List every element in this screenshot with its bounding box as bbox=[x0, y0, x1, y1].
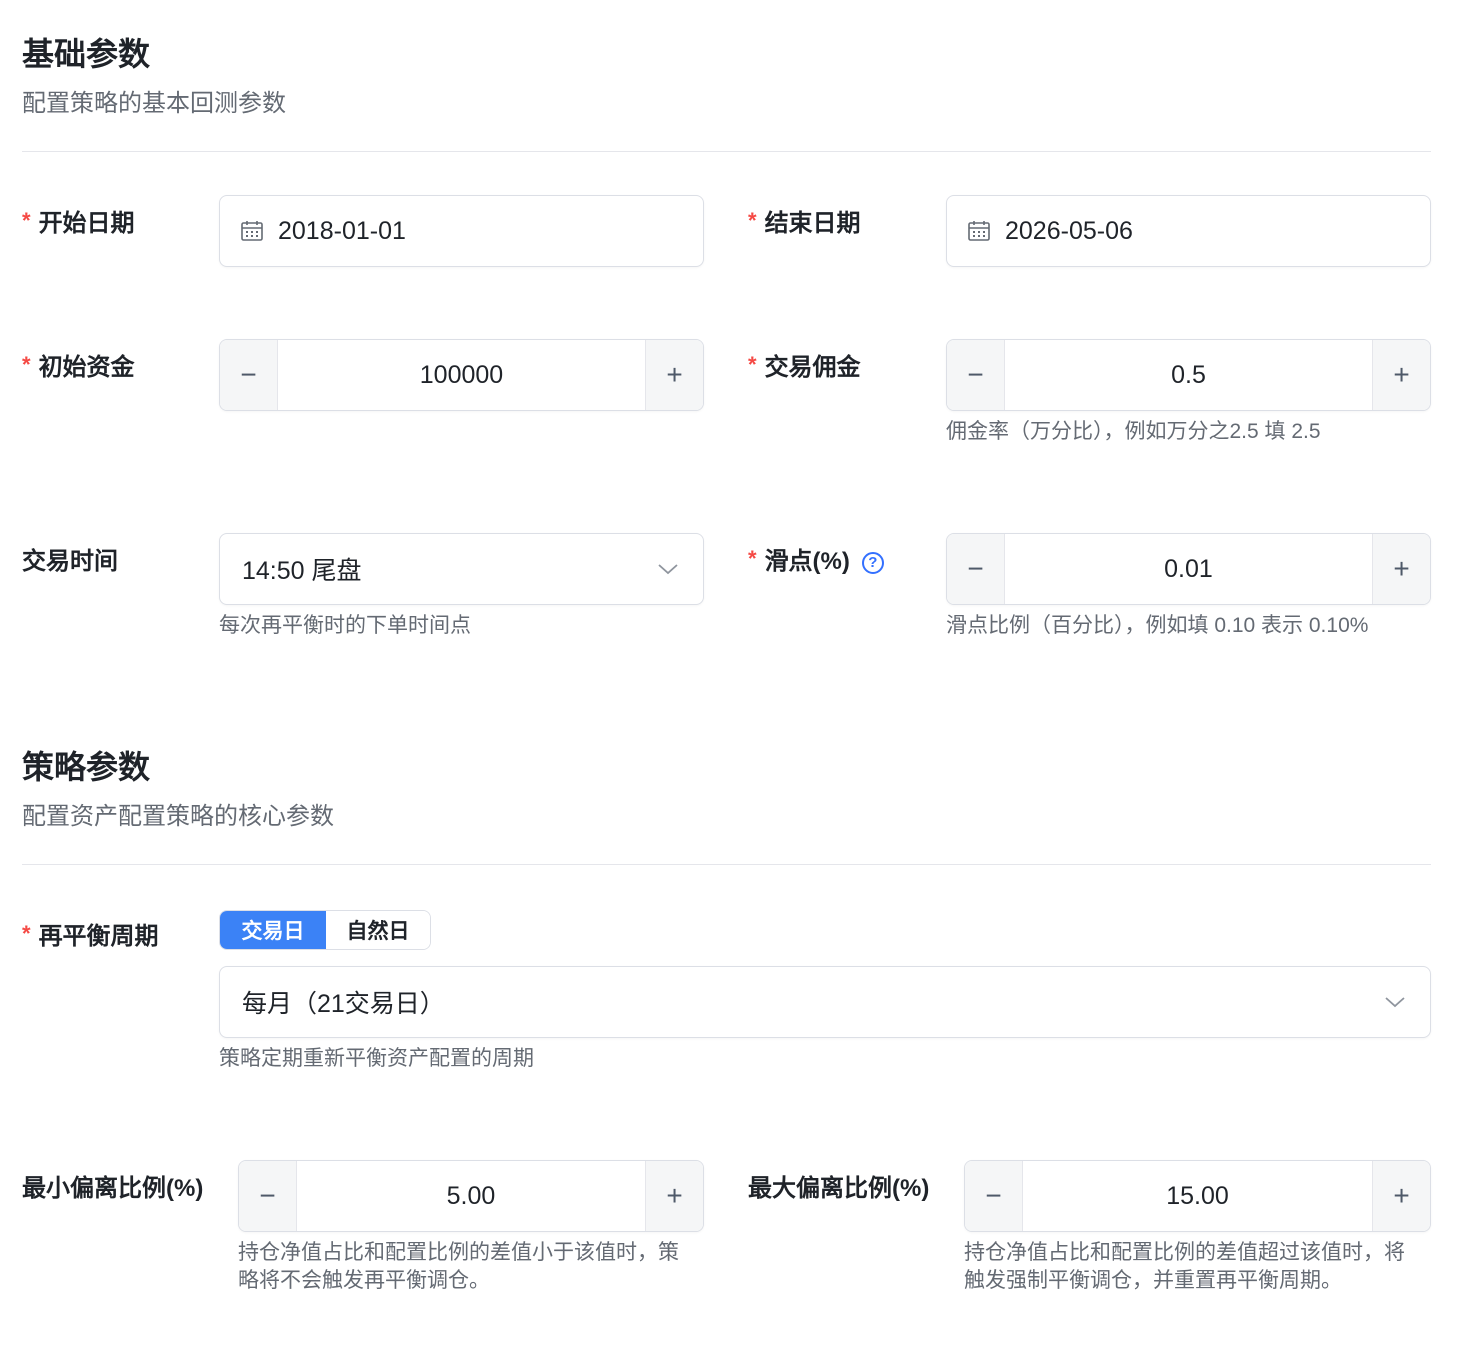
strategy-section-desc: 配置资产配置策略的核心参数 bbox=[22, 803, 334, 830]
decrement-button[interactable]: − bbox=[239, 1161, 297, 1231]
increment-button[interactable]: + bbox=[1372, 534, 1430, 604]
increment-button[interactable]: + bbox=[645, 1161, 703, 1231]
required-mark: * bbox=[748, 208, 757, 233]
basic-section-desc: 配置策略的基本回测参数 bbox=[22, 90, 286, 117]
rebalance-period-select[interactable]: 每月（21交易日） bbox=[219, 966, 1431, 1038]
initial-capital-label: * 初始资金 bbox=[22, 352, 135, 384]
max-deviation-label-text: 最大偏离比例(%) bbox=[748, 1175, 930, 1202]
required-mark: * bbox=[22, 208, 31, 233]
start-date-label-text: 开始日期 bbox=[38, 210, 135, 237]
slippage-input[interactable]: 0.01 bbox=[1005, 534, 1372, 604]
increment-button[interactable]: + bbox=[645, 340, 703, 410]
max-deviation-input[interactable]: 15.00 bbox=[1023, 1161, 1372, 1231]
calendar-icon bbox=[241, 221, 263, 241]
strategy-section-title: 策略参数 bbox=[22, 749, 151, 785]
min-deviation-stepper[interactable]: − 5.00 + bbox=[238, 1160, 704, 1232]
rebalance-label-text: 再平衡周期 bbox=[38, 923, 159, 950]
decrement-button[interactable]: − bbox=[965, 1161, 1023, 1231]
max-deviation-label: 最大偏离比例(%) bbox=[748, 1173, 929, 1205]
slippage-hint: 滑点比例（百分比），例如填 0.10 表示 0.10% bbox=[946, 614, 1369, 637]
min-deviation-label-text: 最小偏离比例(%) bbox=[22, 1175, 204, 1202]
end-date-label: * 结束日期 bbox=[748, 208, 861, 240]
commission-hint: 佣金率（万分比），例如万分之2.5 填 2.5 bbox=[946, 420, 1321, 443]
decrement-button[interactable]: − bbox=[220, 340, 278, 410]
min-deviation-hint-line1: 持仓净值占比和配置比例的差值小于该值时，策 bbox=[238, 1241, 679, 1264]
rebalance-hint: 策略定期重新平衡资产配置的周期 bbox=[219, 1047, 534, 1070]
start-date-value: 2018-01-01 bbox=[278, 216, 406, 245]
required-mark: * bbox=[748, 546, 757, 571]
decrement-button[interactable]: − bbox=[947, 534, 1005, 604]
end-date-label-text: 结束日期 bbox=[764, 210, 861, 237]
increment-button[interactable]: + bbox=[1372, 1161, 1430, 1231]
min-deviation-label: 最小偏离比例(%) bbox=[22, 1173, 203, 1205]
segment-calendar-day[interactable]: 自然日 bbox=[326, 911, 430, 949]
commission-stepper[interactable]: − 0.5 + bbox=[946, 339, 1431, 411]
slippage-label-text: 滑点(%) bbox=[764, 548, 850, 575]
help-icon[interactable]: ? bbox=[861, 552, 884, 574]
chevron-down-icon bbox=[658, 564, 678, 575]
slippage-stepper[interactable]: − 0.01 + bbox=[946, 533, 1431, 605]
end-date-picker[interactable]: 2026-05-06 bbox=[946, 195, 1431, 267]
max-deviation-stepper[interactable]: − 15.00 + bbox=[964, 1160, 1431, 1232]
decrement-button[interactable]: − bbox=[947, 340, 1005, 410]
basic-divider bbox=[22, 151, 1431, 152]
commission-input[interactable]: 0.5 bbox=[1005, 340, 1372, 410]
required-mark: * bbox=[22, 921, 31, 946]
slippage-label: * 滑点(%)? bbox=[748, 546, 884, 578]
trade-time-hint: 每次再平衡时的下单时间点 bbox=[219, 614, 471, 637]
commission-label-text: 交易佣金 bbox=[764, 354, 861, 381]
rebalance-unit-toggle[interactable]: 交易日 自然日 bbox=[219, 910, 431, 950]
end-date-value: 2026-05-06 bbox=[1005, 216, 1133, 245]
min-deviation-input[interactable]: 5.00 bbox=[297, 1161, 645, 1231]
required-mark: * bbox=[22, 352, 31, 377]
start-date-picker[interactable]: 2018-01-01 bbox=[219, 195, 704, 267]
rebalance-period-value: 每月（21交易日） bbox=[242, 990, 445, 1018]
initial-capital-stepper[interactable]: − 100000 + bbox=[219, 339, 704, 411]
required-mark: * bbox=[748, 352, 757, 377]
min-deviation-hint-line2: 略将不会触发再平衡调仓。 bbox=[238, 1269, 490, 1292]
initial-capital-input[interactable]: 100000 bbox=[278, 340, 645, 410]
start-date-label: * 开始日期 bbox=[22, 208, 135, 240]
initial-capital-label-text: 初始资金 bbox=[38, 354, 135, 381]
trade-time-label: 交易时间 bbox=[22, 546, 118, 578]
trade-time-label-text: 交易时间 bbox=[22, 548, 118, 575]
increment-button[interactable]: + bbox=[1372, 340, 1430, 410]
chevron-down-icon bbox=[1385, 997, 1405, 1008]
strategy-divider bbox=[22, 864, 1431, 865]
max-deviation-hint-line2: 触发强制平衡调仓，并重置再平衡周期。 bbox=[964, 1269, 1342, 1292]
rebalance-label: * 再平衡周期 bbox=[22, 921, 159, 953]
calendar-icon bbox=[968, 221, 990, 241]
segment-trading-day[interactable]: 交易日 bbox=[220, 911, 326, 949]
trade-time-value: 14:50 尾盘 bbox=[242, 557, 362, 585]
commission-label: * 交易佣金 bbox=[748, 352, 861, 384]
trade-time-select[interactable]: 14:50 尾盘 bbox=[219, 533, 704, 605]
max-deviation-hint-line1: 持仓净值占比和配置比例的差值超过该值时，将 bbox=[964, 1241, 1405, 1264]
basic-section-title: 基础参数 bbox=[22, 36, 151, 72]
